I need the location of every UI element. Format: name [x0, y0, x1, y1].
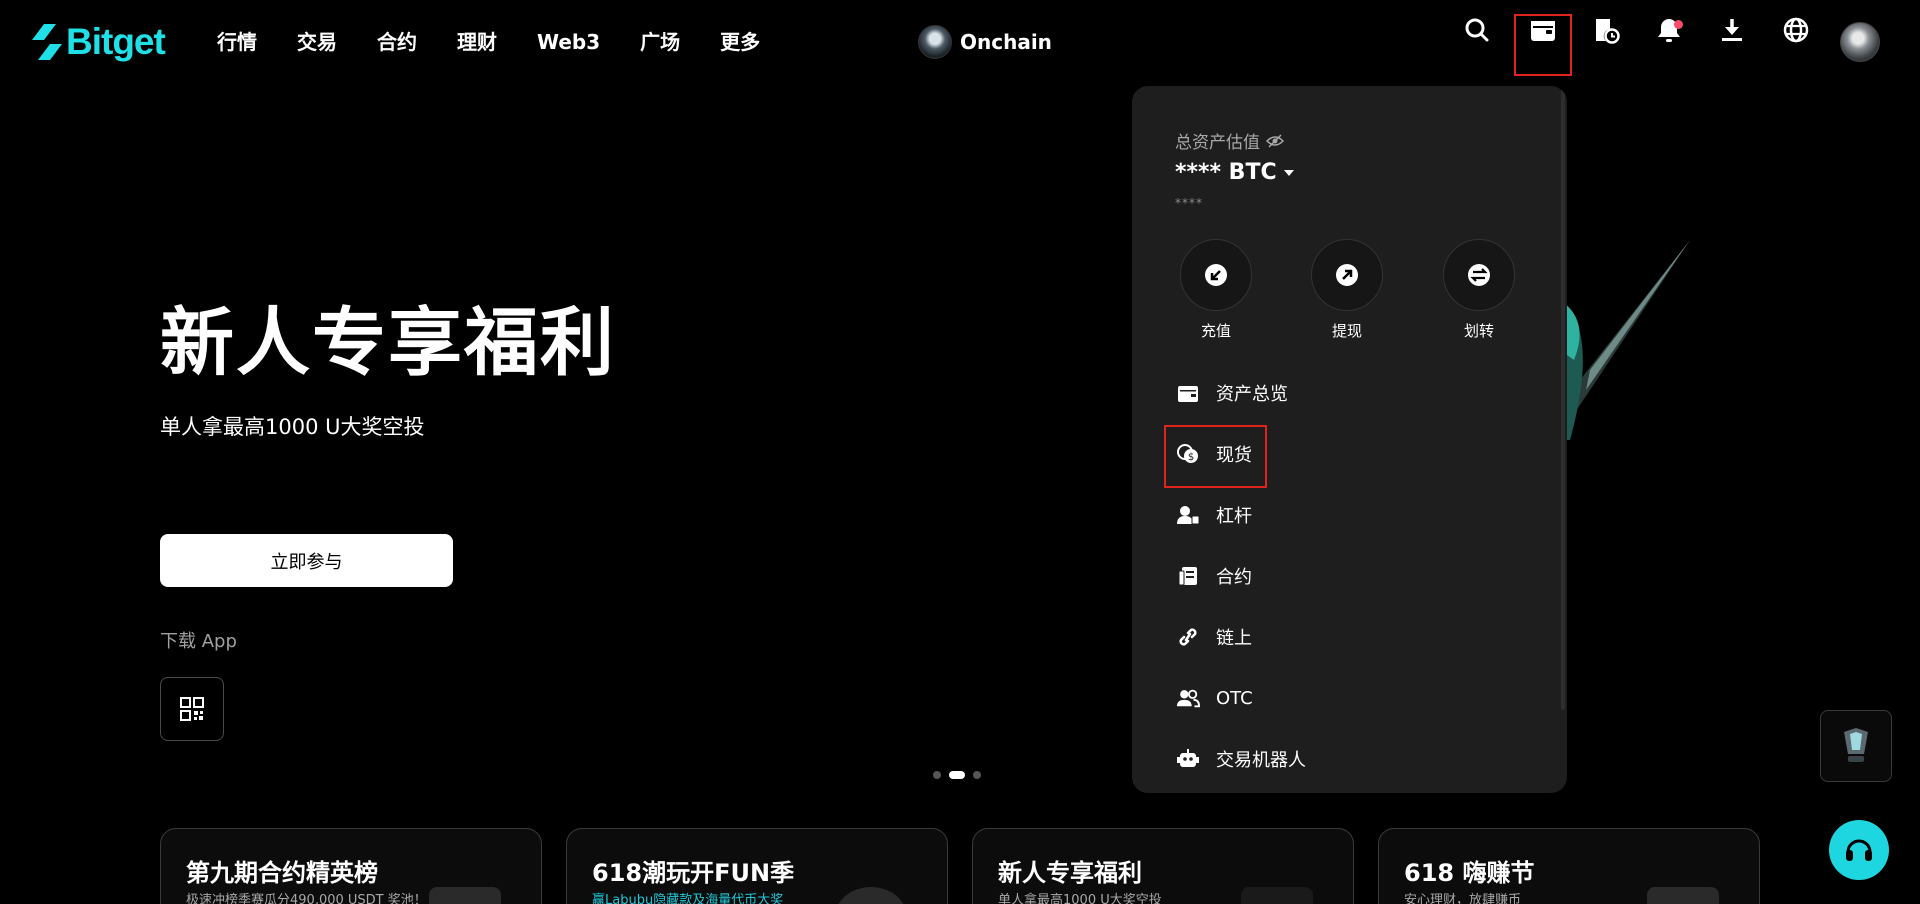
logo-text: Bitget: [66, 21, 166, 62]
menu-item-margin[interactable]: 杠杆: [1176, 498, 1252, 532]
caret-down-icon: [1283, 169, 1294, 176]
campaign-floating-button[interactable]: [1820, 710, 1892, 782]
nav-square[interactable]: 广场: [640, 26, 680, 58]
transfer-label: 划转: [1463, 322, 1494, 340]
spot-highlight-frame: [1164, 425, 1267, 488]
download-app-label: 下载 App: [160, 631, 237, 652]
promo-card-title: 第九期合约精英榜: [186, 859, 378, 887]
promo-card-image: [1647, 887, 1719, 904]
total-assets-fiat: ****: [1175, 196, 1203, 210]
carousel-indicator: [933, 771, 981, 779]
qr-code-icon: [180, 697, 204, 721]
promo-card-subtitle: 安心理财，放肆赚币: [1404, 893, 1522, 904]
nav-trade[interactable]: 交易: [297, 26, 337, 58]
deposit-icon: [1205, 264, 1227, 286]
promo-card[interactable]: 618潮玩开FUN季 赢Labubu隐藏款及海量代币大奖: [566, 828, 948, 904]
promo-card-subtitle: 极速冲榜季赛瓜分490,000 USDT 奖池！: [186, 893, 427, 904]
wallet-highlight-frame: [1514, 14, 1572, 76]
withdraw-label: 提现: [1331, 322, 1362, 340]
download-icon[interactable]: [1714, 12, 1750, 48]
nav-earn[interactable]: 理财: [457, 26, 497, 58]
promo-card-title: 新人专享福利: [998, 859, 1142, 887]
notification-dot: [1674, 20, 1683, 29]
onchain-label: Onchain: [960, 30, 1052, 54]
futures-icon: [1178, 567, 1197, 586]
promo-card-subtitle: 赢Labubu隐藏款及海量代币大奖: [592, 893, 784, 904]
main-nav: 行情 交易 合约 理财 Web3 广场 更多: [217, 26, 800, 58]
menu-label-trading-bot: 交易机器人: [1216, 750, 1306, 771]
onchain-link-icon: [1179, 628, 1197, 646]
nav-onchain[interactable]: Onchain: [918, 24, 1052, 60]
promo-card-image: [1241, 887, 1313, 904]
promo-card-subtitle: 单人拿最高1000 U大奖空投: [998, 893, 1162, 904]
menu-label-overview: 资产总览: [1216, 384, 1288, 405]
menu-item-futures[interactable]: 合约: [1176, 559, 1252, 593]
menu-label-futures: 合约: [1216, 567, 1252, 588]
top-navigation: Bitget 行情 交易 合约 理财 Web3 广场 更多 Onchain: [0, 0, 1920, 84]
headset-icon: [1846, 839, 1872, 861]
promo-card[interactable]: 新人专享福利 单人拿最高1000 U大奖空投: [972, 828, 1354, 904]
promo-card[interactable]: 第九期合约精英榜 极速冲榜季赛瓜分490,000 USDT 奖池！: [160, 828, 542, 904]
nav-more[interactable]: 更多: [720, 26, 760, 58]
withdraw-icon: [1336, 264, 1358, 286]
bot-icon: [1177, 749, 1199, 767]
transfer-button[interactable]: 划转: [1443, 239, 1515, 341]
total-assets-text: 总资产估值: [1175, 133, 1260, 153]
onchain-icon: [918, 25, 952, 59]
nav-web3[interactable]: Web3: [537, 26, 600, 58]
hero-title: 新人专享福利: [160, 300, 616, 386]
menu-item-trading-bot[interactable]: 交易机器人: [1176, 742, 1306, 776]
eye-off-icon[interactable]: [1266, 133, 1284, 148]
globe-icon[interactable]: [1778, 12, 1814, 48]
promo-card-image: [835, 887, 907, 904]
deposit-button[interactable]: 充值: [1180, 239, 1252, 341]
bitget-mark-icon: [32, 24, 62, 60]
join-now-button[interactable]: 立即参与: [160, 534, 453, 587]
withdraw-button[interactable]: 提现: [1311, 239, 1383, 341]
deposit-label: 充值: [1200, 322, 1231, 340]
promo-card-title: 618潮玩开FUN季: [592, 859, 795, 887]
menu-label-onchain: 链上: [1216, 628, 1252, 649]
avatar[interactable]: [1840, 22, 1880, 62]
total-assets-amount: **** BTC: [1175, 160, 1277, 185]
promo-card-image: [429, 887, 501, 904]
transfer-icon: [1468, 264, 1490, 286]
menu-label-margin: 杠杆: [1216, 506, 1252, 527]
nav-futures[interactable]: 合约: [377, 26, 417, 58]
menu-item-overview[interactable]: 资产总览: [1176, 376, 1288, 410]
nav-markets[interactable]: 行情: [217, 26, 257, 58]
carousel-dot[interactable]: [973, 771, 981, 779]
margin-icon: [1177, 506, 1200, 525]
total-assets-label: 总资产估值: [1175, 128, 1284, 153]
bitget-logo[interactable]: Bitget: [30, 20, 166, 64]
qr-code-button[interactable]: [160, 677, 224, 741]
menu-item-otc[interactable]: OTC: [1176, 681, 1253, 715]
hero-decoration: [1560, 240, 1690, 440]
promo-card-title: 618 嗨赚节: [1404, 859, 1535, 887]
users-icon: [1176, 689, 1200, 708]
carousel-dot-active[interactable]: [949, 771, 965, 779]
total-assets-value[interactable]: **** BTC: [1175, 160, 1295, 185]
customer-support-button[interactable]: [1829, 820, 1889, 880]
menu-label-otc: OTC: [1216, 687, 1253, 709]
panel-scrollbar[interactable]: [1561, 90, 1565, 710]
bell-icon[interactable]: [1651, 12, 1687, 48]
carousel-dot[interactable]: [933, 771, 941, 779]
promo-card[interactable]: 618 嗨赚节 安心理财，放肆赚币: [1378, 828, 1760, 904]
orders-icon[interactable]: [1588, 12, 1624, 48]
trophy-icon: [1844, 728, 1868, 762]
wallet-icon: [1178, 386, 1198, 402]
menu-item-onchain[interactable]: 链上: [1176, 620, 1252, 654]
search-icon[interactable]: [1459, 12, 1495, 48]
hero-subtitle: 单人拿最高1000 U大奖空投: [160, 415, 425, 439]
